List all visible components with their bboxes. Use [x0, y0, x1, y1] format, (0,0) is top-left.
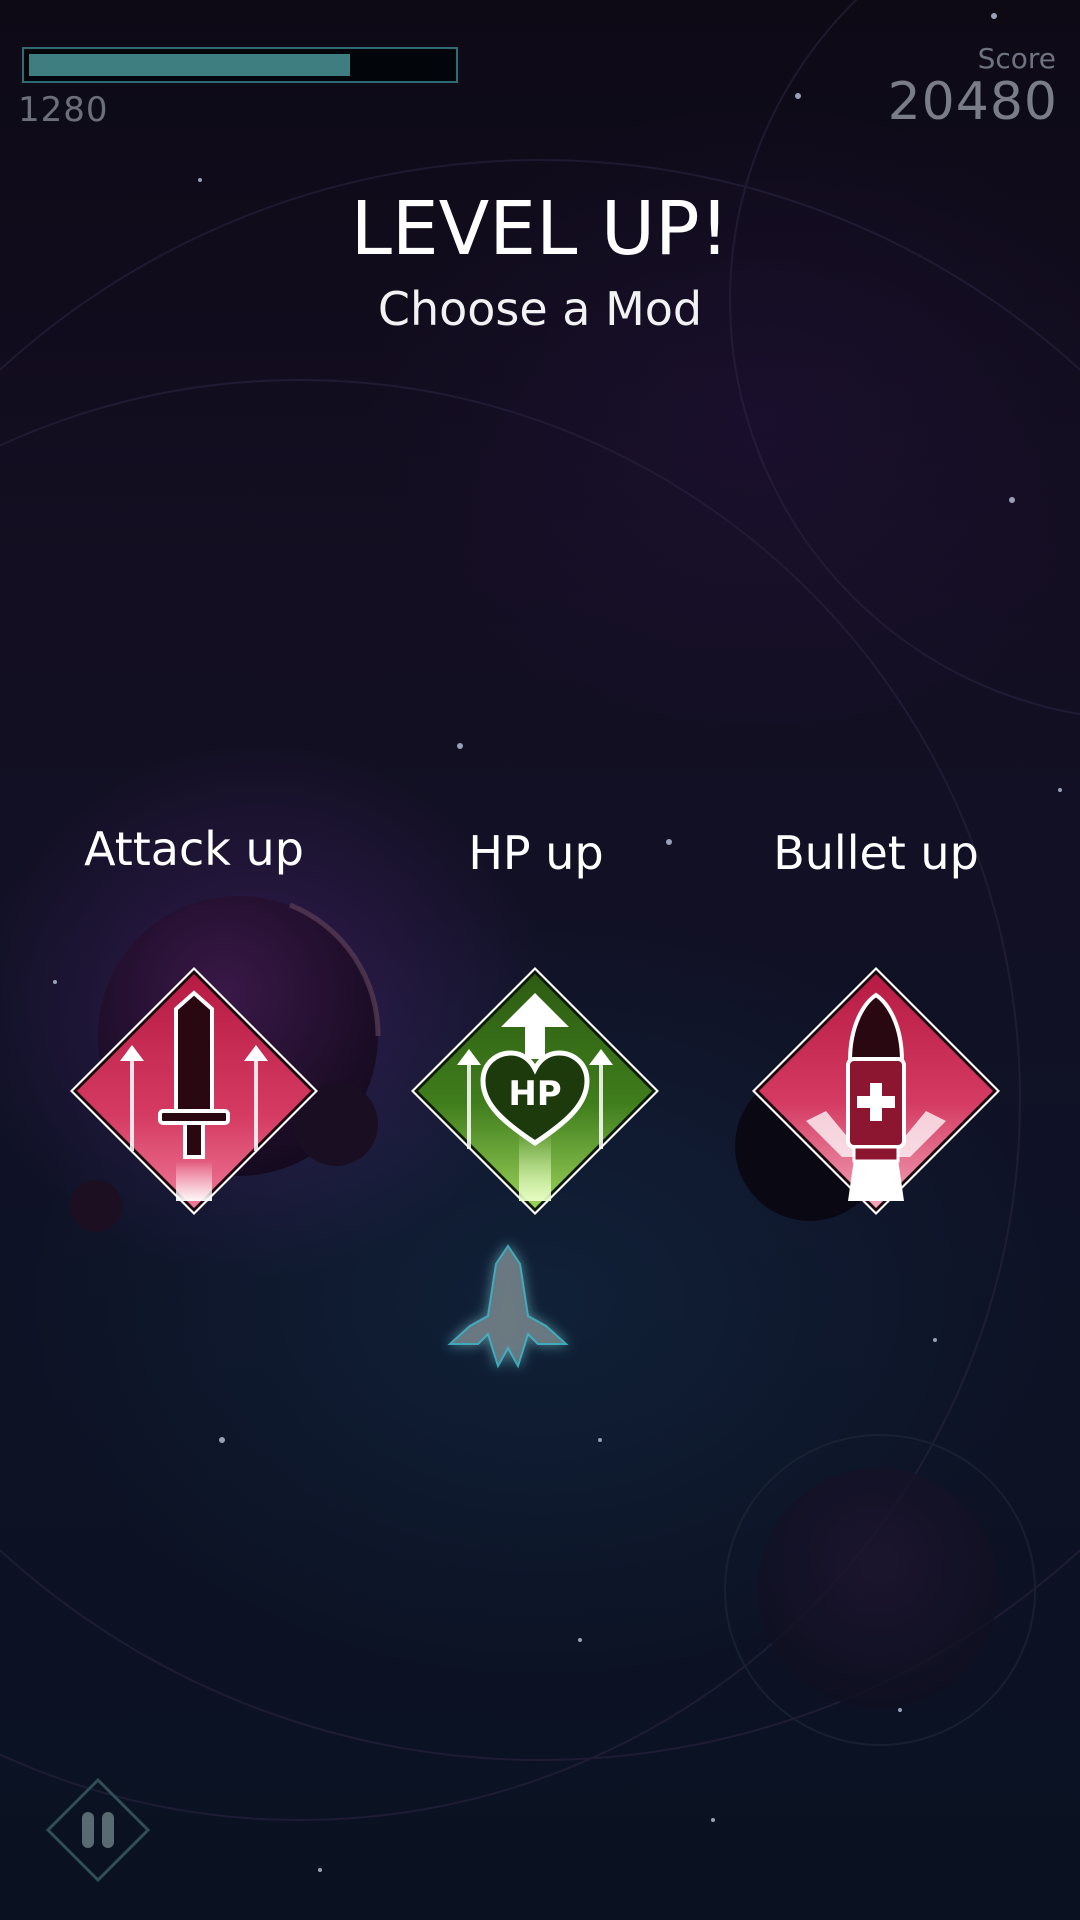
score-label: Score — [977, 42, 1056, 75]
hp-icon-text: HP — [508, 1074, 561, 1114]
spaceship-icon — [447, 1244, 569, 1369]
mod-card-attack-up[interactable] — [64, 961, 324, 1221]
level-up-title: LEVEL UP! — [350, 186, 730, 272]
pause-button[interactable] — [44, 1776, 152, 1884]
mod-card-bullet-up[interactable] — [746, 961, 1006, 1221]
mod-label-hp: HP up — [468, 826, 604, 880]
mod-card-hp-up[interactable]: HP — [405, 961, 665, 1221]
mod-label-attack: Attack up — [84, 822, 304, 876]
hp-value: 1280 — [18, 90, 109, 130]
choose-mod-subtitle: Choose a Mod — [377, 282, 703, 336]
hp-bar — [22, 47, 458, 83]
hp-bar-fill — [29, 54, 350, 76]
mod-label-bullet: Bullet up — [773, 826, 979, 880]
score-value: 20480 — [887, 72, 1058, 132]
pause-icon — [82, 1812, 114, 1848]
